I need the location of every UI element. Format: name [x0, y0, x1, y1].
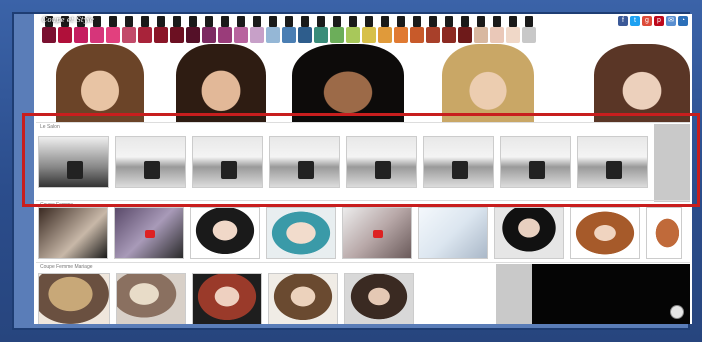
polish-bottle	[250, 16, 264, 44]
model-portraits-banner	[34, 44, 692, 122]
gallery-placeholder	[496, 264, 532, 324]
highlight-box	[22, 113, 700, 207]
polish-bottle	[522, 16, 536, 44]
polish-bottle	[362, 16, 376, 44]
polish-bottle	[138, 16, 152, 44]
polish-bottle	[154, 16, 168, 44]
wedding-hair-photo[interactable]	[268, 273, 338, 324]
haircut-photo[interactable]	[494, 207, 564, 259]
coupe-femme-gallery	[38, 207, 682, 259]
polish-bottle	[170, 16, 184, 44]
polish-bottle	[426, 16, 440, 44]
play-icon	[373, 230, 383, 238]
polish-bottle	[218, 16, 232, 44]
polish-bottle	[474, 16, 488, 44]
haircut-photo[interactable]	[266, 207, 336, 259]
rss-icon[interactable]: ◔	[678, 16, 688, 26]
polish-bottle	[314, 16, 328, 44]
polish-bottle	[186, 16, 200, 44]
haircut-photo[interactable]	[418, 207, 488, 259]
play-icon	[145, 230, 155, 238]
polish-bottle	[410, 16, 424, 44]
facebook-icon[interactable]: f	[618, 16, 628, 26]
nail-polish-banner	[42, 16, 536, 44]
polish-bottle	[506, 16, 520, 44]
wedding-hair-photo[interactable]	[192, 273, 262, 324]
twitter-icon[interactable]: t	[630, 16, 640, 26]
social-links: f t g p ✉ ◔	[618, 16, 688, 26]
polish-bottle	[378, 16, 392, 44]
polish-bottle	[266, 16, 280, 44]
google-plus-icon[interactable]: g	[642, 16, 652, 26]
polish-bottle	[282, 16, 296, 44]
wedding-hair-photo[interactable]	[116, 273, 186, 324]
haircut-photo[interactable]	[38, 207, 108, 259]
haircut-photo[interactable]	[570, 207, 640, 259]
site-logo[interactable]: Coupe et Style	[42, 16, 94, 24]
polish-bottle	[458, 16, 472, 44]
polish-bottle	[442, 16, 456, 44]
portrait-1	[56, 44, 144, 122]
polish-bottle	[346, 16, 360, 44]
mail-icon[interactable]: ✉	[666, 16, 676, 26]
site-header: Coupe et Style f t g p ✉ ◔	[34, 14, 692, 122]
polish-bottle	[106, 16, 120, 44]
portrait-4	[442, 44, 534, 122]
wedding-hair-photo[interactable]	[344, 273, 414, 324]
polish-bottle	[330, 16, 344, 44]
polish-bottle	[234, 16, 248, 44]
wedding-hair-photo[interactable]	[38, 273, 110, 324]
mariage-gallery	[38, 273, 414, 324]
portrait-3	[292, 44, 404, 122]
haircut-video-thumb[interactable]	[342, 207, 412, 259]
haircut-photo[interactable]	[190, 207, 260, 259]
polish-bottle	[202, 16, 216, 44]
video-player[interactable]	[532, 264, 690, 324]
section-coupe-femme-mariage: Coupe Femme Mariage	[36, 262, 690, 324]
portrait-2	[176, 44, 266, 122]
section-coupe-femme: Coupe Femme	[36, 200, 690, 261]
polish-bottle	[490, 16, 504, 44]
scroll-top-icon[interactable]	[670, 305, 684, 319]
pinterest-icon[interactable]: p	[654, 16, 664, 26]
portrait-5	[594, 44, 690, 122]
polish-bottle	[394, 16, 408, 44]
haircut-video-thumb[interactable]	[114, 207, 184, 259]
polish-bottle	[298, 16, 312, 44]
haircut-photo[interactable]	[646, 207, 682, 259]
polish-bottle	[122, 16, 136, 44]
